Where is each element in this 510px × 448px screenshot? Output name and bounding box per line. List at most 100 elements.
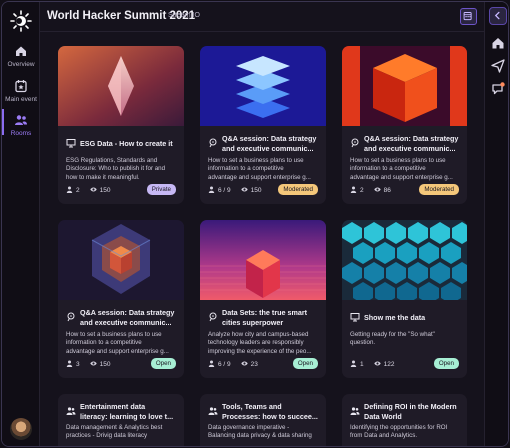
send-icon[interactable] [490, 58, 506, 74]
eye-icon [240, 361, 248, 366]
room-card[interactable]: Entertainment data literacy: learning to… [58, 394, 184, 446]
view-count: 23 [250, 361, 258, 368]
room-card[interactable]: Q&A session: Data strategy and executive… [58, 220, 184, 378]
collapse-button[interactable] [489, 7, 507, 25]
room-card[interactable]: Data Sets: the true smart cities superpo… [200, 220, 326, 378]
card-thumbnail [342, 46, 467, 126]
card-stats: 6 / 9 150 [208, 186, 262, 194]
card-stats: 1 122 [350, 360, 394, 368]
card-title: Q&A session: Data strategy and executive… [222, 134, 322, 153]
card-title-line: literacy: learning to love t... [80, 411, 174, 421]
card-title: Entertainment data literacy: learning to… [80, 402, 180, 421]
card-title-line: Defining ROI in the Modern [364, 402, 457, 411]
card-description: Getting ready for the "So what" question… [350, 331, 462, 348]
nav-item-main-event[interactable]: Main event [2, 79, 40, 103]
person-icon [66, 186, 73, 193]
qa-icon [209, 312, 217, 322]
person-icon [208, 186, 215, 193]
card-desc-line: advantage and support enterprise g... [208, 173, 311, 181]
card-description: ESG Regulations, Standards and Disclosur… [66, 157, 178, 182]
card-title: Show me the data [364, 313, 464, 323]
card-thumbnail [58, 220, 184, 300]
presentation-icon [350, 313, 360, 322]
card-title-line: Data Sets: the true smart [222, 308, 308, 317]
card-description: Identifying the opportunities for ROI fr… [350, 424, 462, 441]
card-title-line: Processes: how to succee... [222, 411, 318, 421]
people-icon [15, 115, 27, 125]
person-icon [350, 360, 357, 367]
avatar[interactable] [10, 418, 32, 440]
home-icon [16, 46, 26, 56]
card-title-line: Q&A session: Data strategy [80, 308, 175, 317]
view-count: 122 [383, 361, 395, 368]
card-title-line: Show me the data [364, 313, 426, 322]
card-title-line: Entertainment data [80, 402, 146, 411]
status-badge: Moderated [278, 184, 318, 195]
room-card[interactable]: ESG Data - How to create it ESG Regulati… [58, 46, 184, 204]
room-card[interactable]: Defining ROI in the Modern Data World Id… [342, 394, 467, 446]
room-card[interactable]: Q&A session: Data strategy and executive… [200, 46, 326, 204]
card-desc-line: advantage and support enterprise g... [350, 173, 453, 181]
chevron-left-icon [494, 11, 500, 20]
card-description: Data governance imperative - Balancing d… [208, 424, 320, 441]
card-desc-line: How to set a business plans to use [66, 331, 162, 338]
card-desc-line: Data governance imperative - [208, 424, 290, 431]
person-icon [208, 360, 215, 367]
card-desc-line: information to a competitive [208, 165, 284, 173]
card-title-line: and executive communic... [364, 143, 456, 153]
home-icon[interactable] [490, 35, 506, 51]
card-desc-line: technology leaders are responsibly [208, 339, 304, 347]
card-thumbnail [342, 220, 467, 300]
room-card[interactable]: Q&A session: Data strategy and executive… [342, 46, 467, 204]
eye-icon [240, 187, 248, 192]
participant-count: 1 [360, 361, 364, 368]
card-stats: 6 / 9 23 [208, 360, 258, 368]
card-desc-line: How to set a business plans to use [350, 157, 446, 164]
view-count: 150 [250, 187, 262, 194]
card-title-line: Data World [364, 411, 402, 421]
card-desc-line: information to a competitive [350, 165, 426, 173]
card-desc-line: Identifying the opportunities for ROI [350, 424, 448, 431]
view-count: 86 [383, 187, 391, 194]
participant-count: 6 / 9 [218, 361, 231, 368]
card-title: Defining ROI in the Modern Data World [364, 402, 464, 421]
view-count: 150 [99, 361, 111, 368]
nav-item-rooms[interactable]: Rooms [2, 109, 40, 137]
left-nav: Overview Main event Rooms [2, 2, 40, 446]
status-badge: Open [150, 358, 176, 369]
card-desc-line: question. [350, 339, 376, 347]
card-thumbnail [58, 46, 184, 126]
card-description: How to set a business plans to use infor… [208, 157, 320, 182]
card-desc-line: How to set a business plans to use [208, 157, 304, 164]
participant-count: 3 [76, 361, 80, 368]
status-badge: Open [292, 358, 318, 369]
card-title: Data Sets: the true smart cities superpo… [222, 308, 322, 327]
eye-icon [373, 187, 381, 192]
card-thumbnail [200, 46, 326, 126]
card-title: Q&A session: Data strategy and executive… [364, 134, 464, 153]
card-desc-line: Disclosure: Who to publish it for and [66, 165, 166, 173]
qa-icon [209, 138, 217, 148]
room-card[interactable]: Tools, Teams and Processes: how to succe… [200, 394, 326, 446]
card-desc-line: ESG Regulations, Standards and [66, 157, 158, 164]
card-title-line: Q&A session: Data strategy [222, 134, 317, 143]
card-desc-line: from Data and Analytics. [350, 432, 418, 440]
app-window: Overview Main event Rooms World Hacker S… [1, 1, 509, 447]
participant-count: 2 [76, 187, 80, 194]
person-icon [350, 186, 357, 193]
card-stats: 2 150 [66, 186, 110, 194]
room-card[interactable]: Show me the data Getting ready for the "… [342, 220, 467, 378]
eye-icon [89, 187, 97, 192]
nav-label: Overview [7, 61, 35, 68]
calendar-button[interactable] [460, 8, 477, 25]
chat-notification-icon[interactable] [490, 81, 506, 97]
people-icon [208, 407, 218, 415]
status-badge: Private [146, 184, 176, 195]
nav-item-overview[interactable]: Overview [2, 44, 40, 68]
people-icon [66, 407, 76, 415]
people-icon [350, 407, 360, 415]
status-badge: Moderated [419, 184, 459, 195]
card-title-line: ESG Data - How to create it [80, 139, 173, 148]
logo-icon[interactable] [10, 10, 32, 32]
calendar-star-icon [15, 80, 27, 93]
